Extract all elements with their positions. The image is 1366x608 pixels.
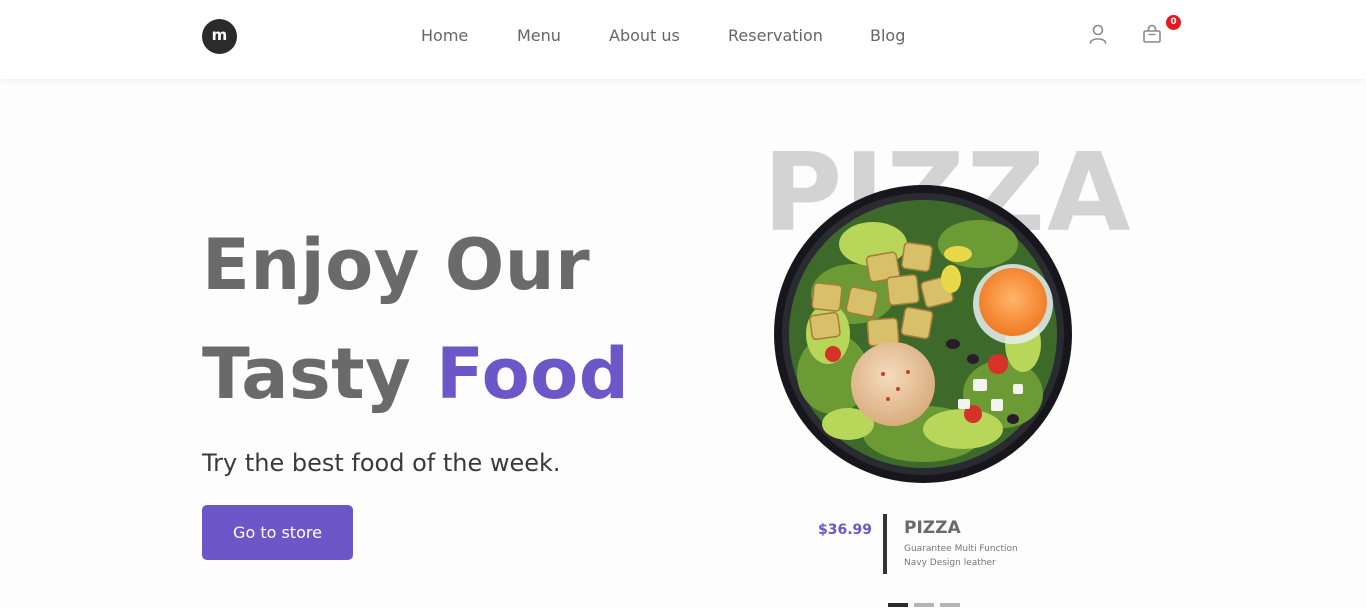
hero-heading-line2: Tasty Food [202, 333, 629, 415]
logo[interactable]: m [202, 19, 237, 54]
hero-subtitle: Try the best food of the week. [202, 449, 561, 477]
nav-home[interactable]: Home [421, 26, 468, 45]
hero-heading-accent: Food [436, 333, 630, 415]
product-divider [883, 514, 887, 574]
product-description-line1: Guarantee Multi Function [904, 544, 1018, 554]
nav-blog[interactable]: Blog [870, 26, 905, 45]
go-to-store-button[interactable]: Go to store [202, 505, 353, 560]
nav-about-us[interactable]: About us [609, 26, 680, 45]
nav-menu[interactable]: Menu [517, 26, 561, 45]
salad-bowl-image [774, 185, 1072, 483]
user-icon[interactable] [1089, 24, 1107, 44]
slider-dot[interactable] [888, 603, 908, 607]
product-description-line2: Navy Design leather [904, 558, 996, 568]
slider-dot[interactable] [940, 603, 960, 607]
cart-count-badge: 0 [1166, 15, 1181, 30]
product-price: $36.99 [818, 522, 873, 538]
hero-heading-line1: Enjoy Our [202, 224, 591, 306]
shopping-bag-icon[interactable] [1142, 24, 1162, 44]
site-header: m Home Menu About us Reservation Blog 0 [0, 0, 1366, 79]
hero-heading-plain: Tasty [202, 333, 437, 415]
product-name: PIZZA [904, 518, 961, 538]
slider-dot[interactable] [914, 603, 934, 607]
nav-reservation[interactable]: Reservation [728, 26, 823, 45]
